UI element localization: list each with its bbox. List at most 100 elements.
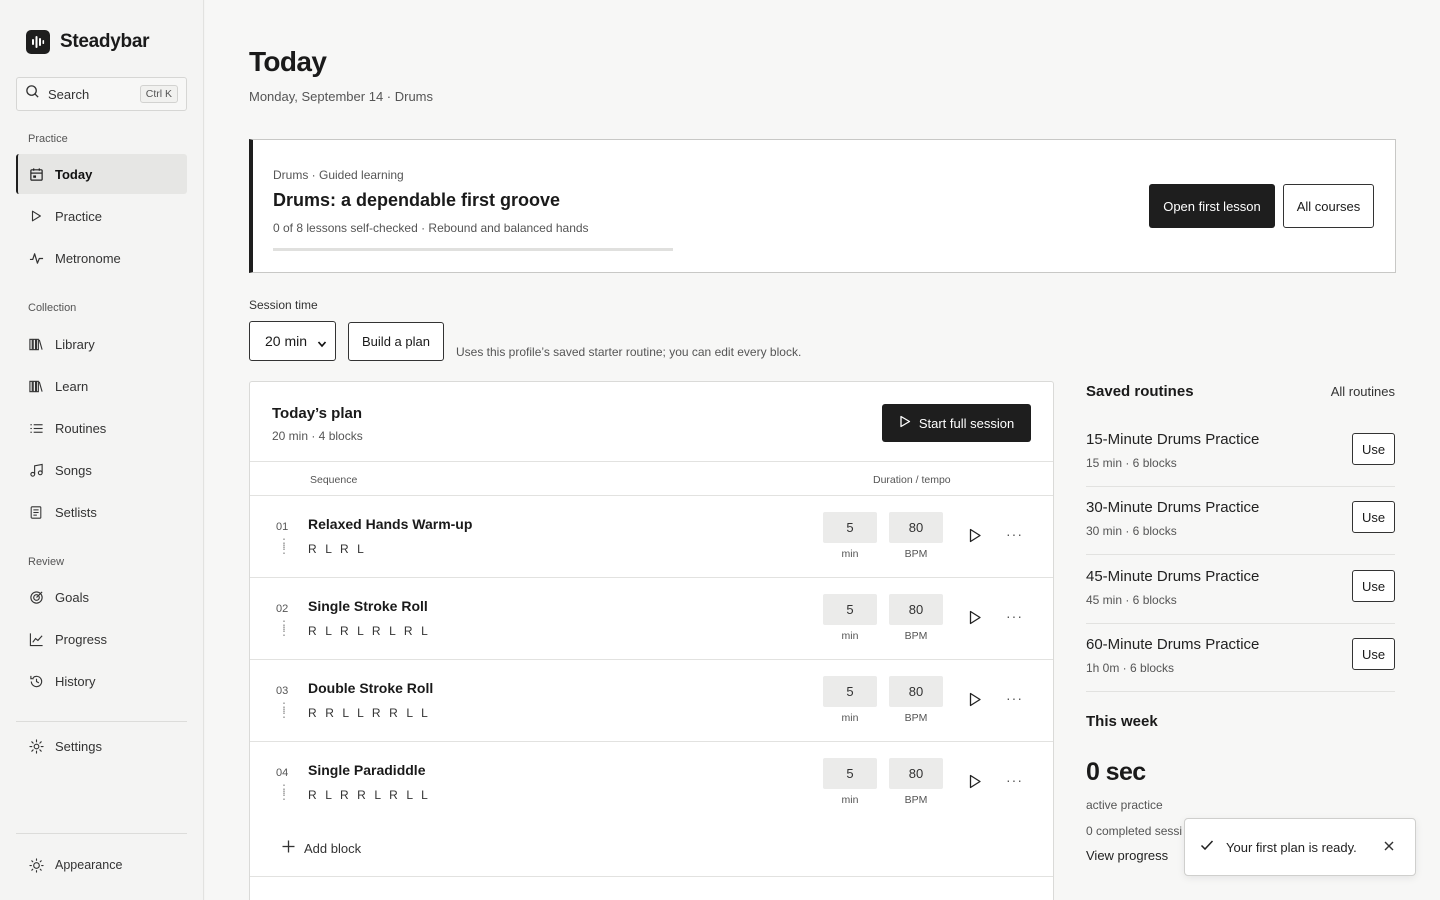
block-number: 03 xyxy=(276,685,289,697)
tempo-unit: BPM xyxy=(904,548,928,560)
plan-block-row[interactable]: 03 ⋮ ⋮ Double Stroke Roll R R L L R R L L… xyxy=(250,660,1053,742)
sidebar-item-library[interactable]: Library xyxy=(16,324,187,364)
duration-field[interactable]: 5 xyxy=(823,594,877,625)
week-total-label: active practice xyxy=(1086,798,1163,812)
tempo-field[interactable]: 80 xyxy=(889,512,943,543)
all-courses-button[interactable]: All courses xyxy=(1283,184,1374,228)
sidebar-item-metronome[interactable]: Metronome xyxy=(16,238,187,278)
course-meta: 0 of 8 lessons self-checked · Rebound an… xyxy=(273,221,589,235)
block-number: 04 xyxy=(276,767,289,779)
play-block-icon[interactable] xyxy=(968,692,982,712)
duration-field[interactable]: 5 xyxy=(823,512,877,543)
session-time-select[interactable]: 20 min xyxy=(249,321,336,361)
sidebar-item-songs[interactable]: Songs xyxy=(16,450,187,490)
play-block-icon[interactable] xyxy=(968,774,982,794)
books-icon xyxy=(28,336,44,352)
drag-handle-icon[interactable]: ⋮ ⋮ xyxy=(278,619,290,637)
history-icon xyxy=(28,673,44,689)
sidebar-item-learn[interactable]: Learn xyxy=(16,366,187,406)
duration-field[interactable]: 5 xyxy=(823,676,877,707)
plus-icon xyxy=(282,840,295,856)
duration-unit: min xyxy=(841,630,859,642)
tempo-unit: BPM xyxy=(904,712,928,724)
check-icon xyxy=(1200,838,1214,856)
drag-handle-icon[interactable]: ⋮ ⋮ xyxy=(278,701,290,719)
week-total: 0 sec xyxy=(1086,758,1146,786)
use-routine-button[interactable]: Use xyxy=(1352,570,1395,602)
close-icon[interactable] xyxy=(1383,839,1395,857)
play-block-icon[interactable] xyxy=(968,528,982,548)
plan-block-row[interactable]: 02 ⋮ ⋮ Single Stroke Roll R L R L R L R L… xyxy=(250,578,1053,660)
routine-meta: 15 min · 6 blocks xyxy=(1086,456,1177,470)
routine-name: 60-Minute Drums Practice xyxy=(1086,636,1260,653)
more-options-icon[interactable]: ··· xyxy=(1006,526,1023,542)
target-icon xyxy=(28,589,44,605)
routine-item: 60-Minute Drums Practice 1h 0m · 6 block… xyxy=(1086,624,1395,692)
session-time-label: Session time xyxy=(249,298,318,312)
duration-unit: min xyxy=(841,712,859,724)
use-routine-button[interactable]: Use xyxy=(1352,501,1395,533)
drag-handle-icon[interactable]: ⋮ ⋮ xyxy=(278,783,290,801)
sidebar-item-setlists[interactable]: Setlists xyxy=(16,492,187,532)
sidebar-item-goals[interactable]: Goals xyxy=(16,577,187,617)
plan-title: Today’s plan xyxy=(272,405,363,422)
tempo-field[interactable]: 80 xyxy=(889,758,943,789)
appearance-toggle[interactable]: Appearance xyxy=(16,845,187,885)
open-first-lesson-button[interactable]: Open first lesson xyxy=(1149,184,1275,228)
col-duration-tempo: Duration / tempo xyxy=(873,474,951,486)
search-input[interactable]: Search Ctrl K xyxy=(16,77,187,111)
course-card: Drums · Guided learning Drums: a dependa… xyxy=(249,139,1396,273)
sidebar-item-routines[interactable]: Routines xyxy=(16,408,187,448)
build-plan-button[interactable]: Build a plan xyxy=(348,322,444,361)
tempo-field[interactable]: 80 xyxy=(889,676,943,707)
music-note-icon xyxy=(28,462,44,478)
routine-meta: 30 min · 6 blocks xyxy=(1086,524,1177,538)
tempo-field[interactable]: 80 xyxy=(889,594,943,625)
waveform-icon xyxy=(26,30,50,54)
brand[interactable]: Steadybar xyxy=(26,30,149,54)
gear-icon xyxy=(28,738,44,754)
sidebar-item-label: Songs xyxy=(55,462,92,478)
duration-field[interactable]: 5 xyxy=(823,758,877,789)
add-block-label: Add block xyxy=(304,840,362,856)
duration-unit: min xyxy=(841,794,859,806)
session-note: Uses this profile’s saved starter routin… xyxy=(456,345,802,359)
plan-block-row[interactable]: 04 ⋮ ⋮ Single Paradiddle R L R R L R L L … xyxy=(250,742,1053,824)
sidebar-item-practice[interactable]: Practice xyxy=(16,196,187,236)
use-routine-button[interactable]: Use xyxy=(1352,638,1395,670)
routine-meta: 1h 0m · 6 blocks xyxy=(1086,661,1175,675)
play-block-icon[interactable] xyxy=(968,610,982,630)
toast-notification: Your first plan is ready. xyxy=(1184,818,1416,876)
sidebar-item-label: History xyxy=(55,673,96,689)
use-routine-button[interactable]: Use xyxy=(1352,433,1395,465)
block-sequence: R L R L xyxy=(308,542,367,556)
sidebar-item-label: Settings xyxy=(55,738,102,754)
more-options-icon[interactable]: ··· xyxy=(1006,608,1023,624)
sidebar-item-settings[interactable]: Settings xyxy=(16,726,187,766)
block-number: 02 xyxy=(276,603,289,615)
sidebar-item-today[interactable]: Today xyxy=(16,154,187,194)
all-routines-link[interactable]: All routines xyxy=(1331,384,1395,399)
sidebar-item-progress[interactable]: Progress xyxy=(16,619,187,659)
start-full-session-button[interactable]: Start full session xyxy=(882,404,1031,442)
more-options-icon[interactable]: ··· xyxy=(1006,772,1023,788)
main-content: Today Monday, September 14 · Drums Drums… xyxy=(205,0,1440,900)
course-progress-bar xyxy=(273,248,673,251)
view-progress-link[interactable]: View progress xyxy=(1086,848,1168,863)
books-icon xyxy=(28,378,44,394)
chevron-down-icon xyxy=(317,336,327,352)
more-options-icon[interactable]: ··· xyxy=(1006,690,1023,706)
section-practice: Practice xyxy=(28,133,68,145)
drag-handle-icon[interactable]: ⋮ ⋮ xyxy=(278,537,290,555)
plan-block-row[interactable]: 01 ⋮ ⋮ Relaxed Hands Warm-up R L R L 5 mi… xyxy=(250,496,1053,578)
section-review: Review xyxy=(28,556,65,568)
section-collection: Collection xyxy=(28,302,77,314)
add-block-button[interactable]: Add block xyxy=(282,840,361,856)
routine-item: 15-Minute Drums Practice 15 min · 6 bloc… xyxy=(1086,419,1395,487)
sidebar-item-history[interactable]: History xyxy=(16,661,187,701)
course-title: Drums: a dependable first groove xyxy=(273,190,561,210)
block-sequence: R L R R L R L L xyxy=(308,788,431,802)
play-icon xyxy=(899,415,911,431)
block-name: Single Paradiddle xyxy=(308,762,426,778)
plan-divider xyxy=(250,876,1053,877)
